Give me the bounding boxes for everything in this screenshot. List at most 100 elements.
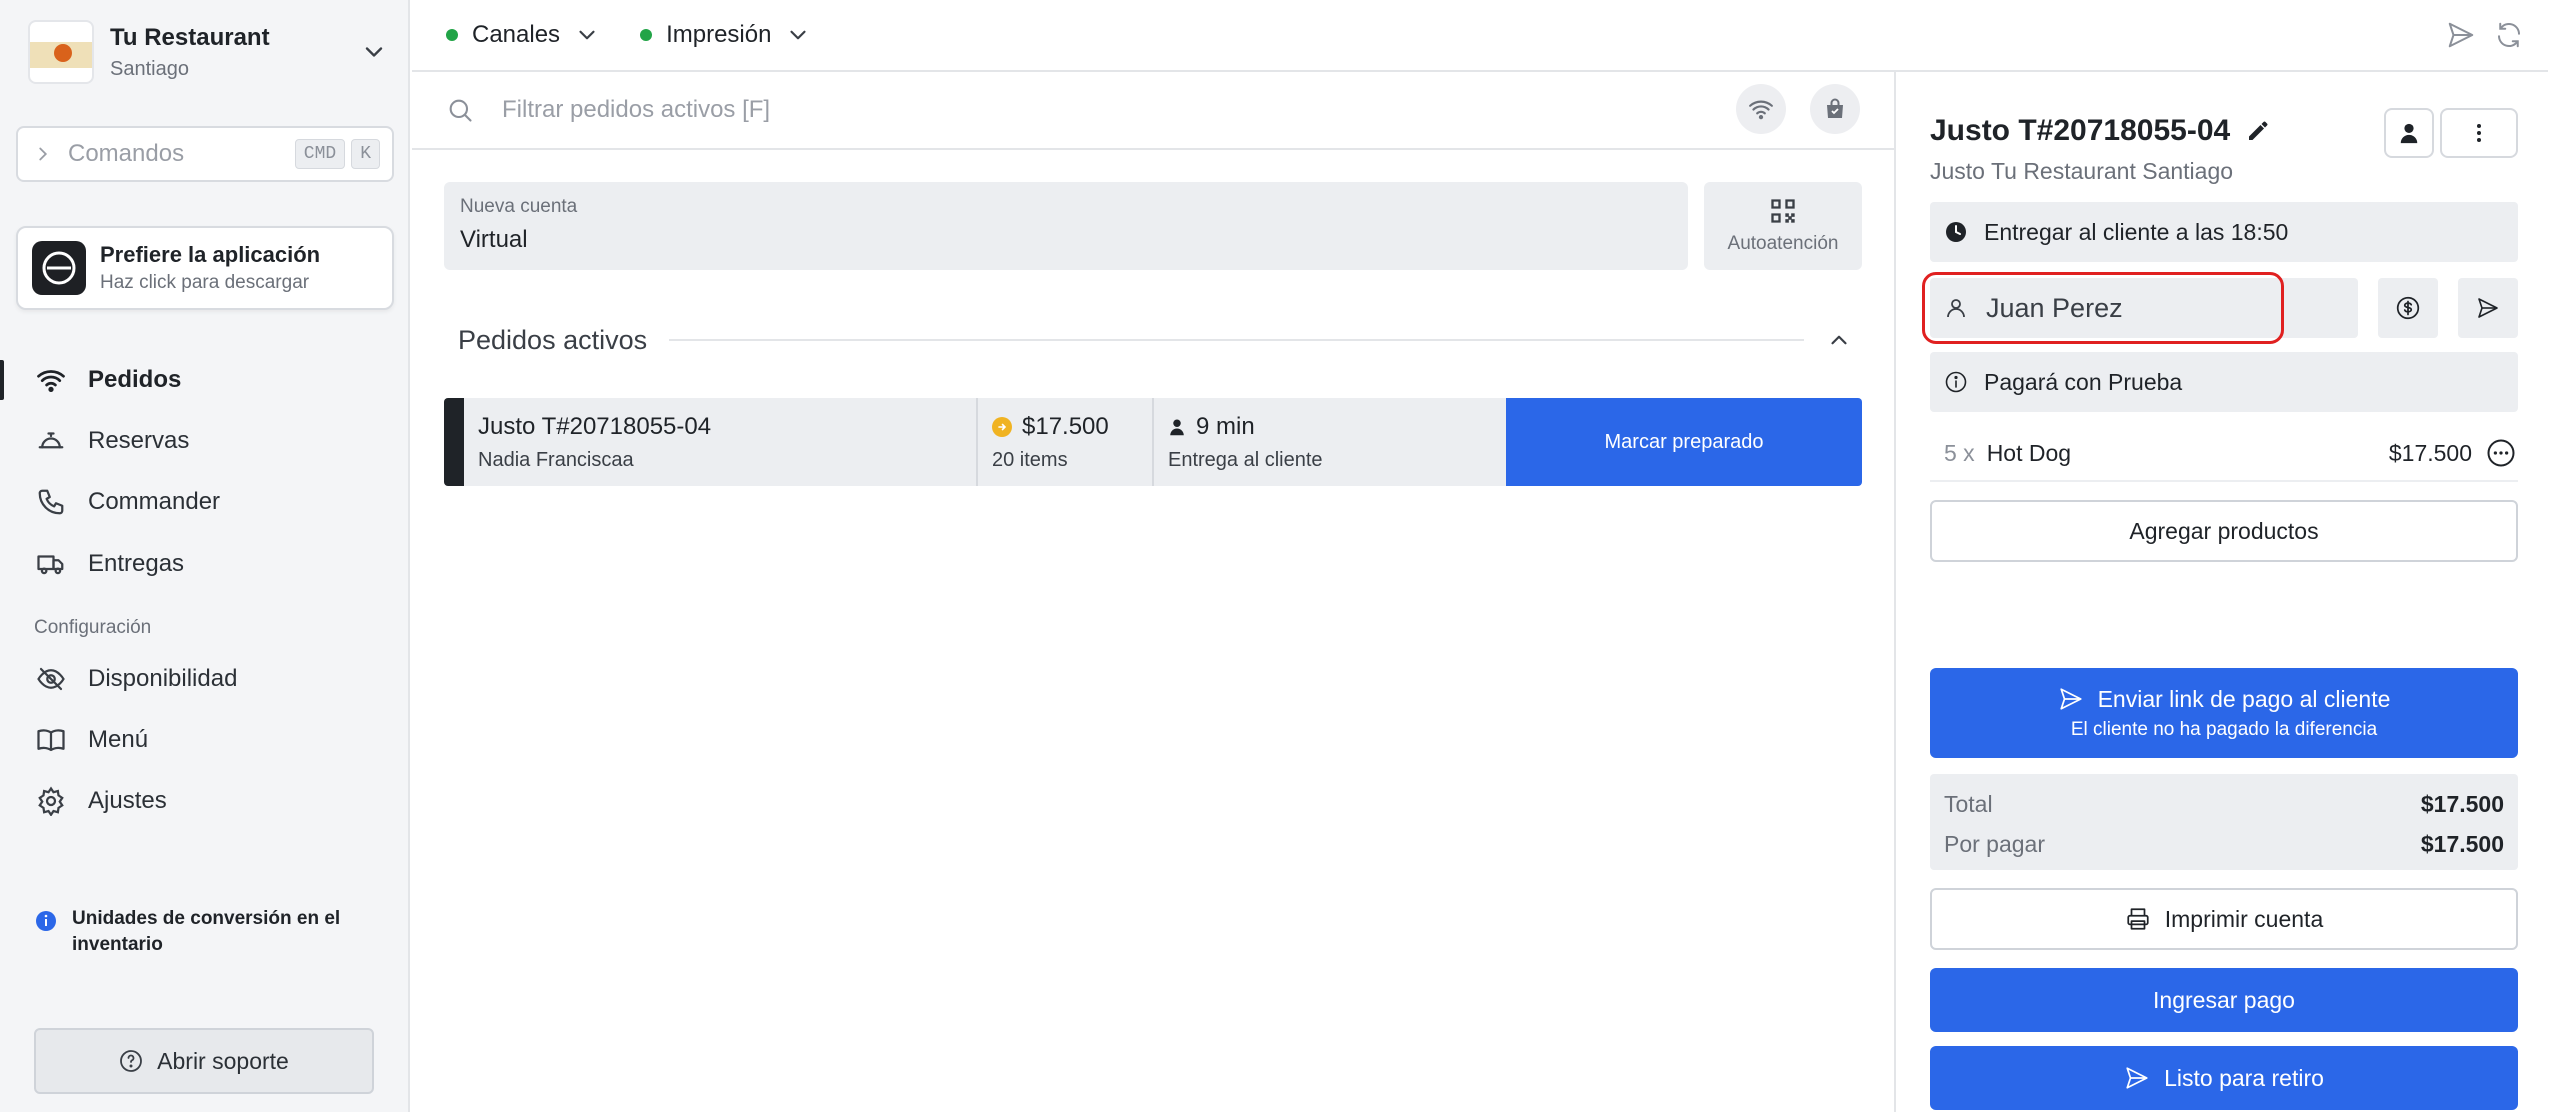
restaurant-logo	[28, 20, 94, 84]
product-line-item[interactable]: 5 x Hot Dog $17.500	[1930, 426, 2518, 482]
open-support-button[interactable]: Abrir soporte	[34, 1028, 374, 1094]
chevron-up-icon[interactable]	[1826, 327, 1852, 353]
self-service-button[interactable]: Autoatención	[1704, 182, 1862, 270]
connection-status-button[interactable]	[1736, 84, 1786, 134]
send-icon	[2058, 686, 2084, 712]
top-bar: Canales Impresión	[412, 0, 2548, 72]
print-dropdown[interactable]: Impresión	[640, 21, 811, 49]
sidebar-item-commander[interactable]: Commander	[0, 476, 410, 528]
commands-button[interactable]: Comandos CMD K	[16, 126, 394, 182]
more-options-button[interactable]	[2440, 108, 2518, 158]
person-icon	[1168, 418, 1186, 436]
customer-name-field[interactable]	[1930, 278, 2358, 338]
gear-icon	[34, 784, 68, 818]
shopping-bag-icon	[1823, 97, 1847, 121]
search-icon	[446, 96, 474, 124]
sidebar-item-label: Reservas	[88, 427, 190, 454]
order-customer: Nadia Franciscaa	[478, 448, 634, 471]
to-pay-value: $17.500	[2420, 830, 2504, 857]
new-account-value: Virtual	[460, 226, 528, 253]
new-account-field[interactable]: Nueva cuenta Virtual	[444, 182, 1688, 270]
coin-icon	[992, 416, 1012, 437]
sidebar-item-disponibilidad[interactable]: Disponibilidad	[0, 653, 410, 705]
customer-name-input[interactable]	[1986, 292, 2316, 324]
phone-icon	[34, 485, 68, 519]
sidebar-item-label: Entregas	[88, 550, 185, 577]
help-circle-icon	[119, 1049, 143, 1073]
order-amount-cell: $17.500 20 items	[976, 398, 1152, 486]
send-payment-link-button[interactable]: Enviar link de pago al cliente El client…	[1930, 668, 2518, 758]
download-app-banner[interactable]: Prefiere la aplicación Haz click para de…	[16, 226, 394, 310]
order-delivery-type: Entrega al cliente	[1168, 448, 1323, 471]
order-time-cell: 9 min Entrega al cliente	[1152, 398, 1506, 486]
eye-off-icon	[34, 662, 68, 696]
chevron-down-icon	[574, 22, 600, 48]
new-account-caption: Nueva cuenta	[460, 196, 578, 217]
enter-payment-button[interactable]: Ingresar pago	[1930, 968, 2518, 1032]
sidebar-item-menu[interactable]: Menú	[0, 714, 410, 766]
sidebar-item-label: Commander	[88, 488, 221, 515]
sidebar-item-pedidos[interactable]: Pedidos	[0, 354, 410, 406]
payment-button[interactable]	[2378, 278, 2438, 338]
support-label: Abrir soporte	[157, 1047, 289, 1074]
refresh-icon[interactable]	[2494, 20, 2524, 50]
qr-code-icon	[1769, 197, 1797, 225]
shortcut-key-cmd: CMD	[294, 139, 346, 169]
shopping-bag-button[interactable]	[1810, 84, 1860, 134]
inventory-notice[interactable]: Unidades de conversión en el inventario	[34, 906, 384, 958]
send-icon[interactable]	[2446, 20, 2476, 50]
payment-method-label: Pagará con Prueba	[1984, 368, 2183, 395]
sidebar: Tu Restaurant Santiago Comandos CMD K Pr…	[0, 0, 410, 1112]
order-row[interactable]: Justo T#20718055-04 Nadia Franciscaa $17…	[444, 398, 1862, 486]
add-products-button[interactable]: Agregar productos	[1930, 500, 2518, 562]
wifi-icon	[1748, 96, 1774, 122]
mark-prepared-button[interactable]: Marcar preparado	[1506, 398, 1862, 486]
total-label: Total	[1944, 790, 1993, 817]
app-promo-subtitle: Haz click para descargar	[100, 272, 310, 293]
more-vertical-icon	[2467, 121, 2491, 145]
payment-method-row[interactable]: Pagará con Prueba	[1930, 352, 2518, 412]
pencil-icon[interactable]	[2246, 119, 2270, 143]
more-horizontal-icon[interactable]	[2486, 438, 2516, 468]
sidebar-item-label: Ajustes	[88, 787, 167, 814]
payment-link-subtitle: El cliente no ha pagado la diferencia	[2070, 718, 2378, 740]
payment-link-title: Enviar link de pago al cliente	[2097, 685, 2391, 712]
user-icon	[1944, 296, 1968, 320]
send-icon	[2476, 296, 2500, 320]
print-account-button[interactable]: Imprimir cuenta	[1930, 888, 2518, 950]
order-detail-title: Justo T#20718055-04	[1930, 114, 2231, 147]
config-section-label: Configuración	[34, 617, 152, 638]
app-promo-title: Prefiere la aplicación	[100, 242, 321, 267]
ready-for-pickup-button[interactable]: Listo para retiro	[1930, 1046, 2518, 1110]
sidebar-item-reservas[interactable]: Reservas	[0, 415, 410, 467]
sidebar-item-label: Pedidos	[88, 366, 182, 393]
filter-orders-input[interactable]	[502, 96, 1602, 124]
sidebar-item-entregas[interactable]: Entregas	[0, 538, 410, 590]
chevron-down-icon	[360, 38, 388, 66]
sidebar-item-label: Disponibilidad	[88, 665, 238, 692]
order-detail-panel: Justo T#20718055-04 Justo Tu Restaurant …	[1894, 72, 2548, 1112]
send-icon	[2124, 1065, 2150, 1091]
customer-profile-button[interactable]	[2384, 108, 2434, 158]
chevron-down-icon	[785, 22, 811, 48]
sidebar-item-ajustes[interactable]: Ajustes	[0, 775, 410, 827]
truck-icon	[34, 547, 68, 581]
restaurant-switcher[interactable]: Tu Restaurant Santiago	[28, 20, 388, 84]
notice-text: Unidades de conversión en el inventario	[72, 908, 341, 955]
channels-dropdown[interactable]: Canales	[446, 21, 600, 49]
total-value: $17.500	[2420, 790, 2504, 817]
print-account-label: Imprimir cuenta	[2164, 905, 2324, 932]
status-dot	[446, 29, 458, 41]
divider	[669, 339, 1804, 341]
send-to-customer-button[interactable]	[2458, 278, 2518, 338]
orders-column: Nueva cuenta Virtual Autoatención Pedido…	[412, 72, 1894, 1112]
delivery-time-row[interactable]: Entregar al cliente a las 18:50	[1930, 202, 2518, 262]
dollar-circle-icon	[2395, 295, 2421, 321]
product-price: $17.500	[2388, 439, 2472, 466]
product-quantity: 5 x	[1944, 439, 1975, 466]
self-service-label: Autoatención	[1727, 233, 1839, 254]
clock-icon	[1944, 220, 1968, 244]
active-orders-title: Pedidos activos	[458, 324, 648, 355]
order-amount: $17.500	[1022, 412, 1109, 440]
order-info-cell: Justo T#20718055-04 Nadia Franciscaa	[464, 398, 976, 486]
